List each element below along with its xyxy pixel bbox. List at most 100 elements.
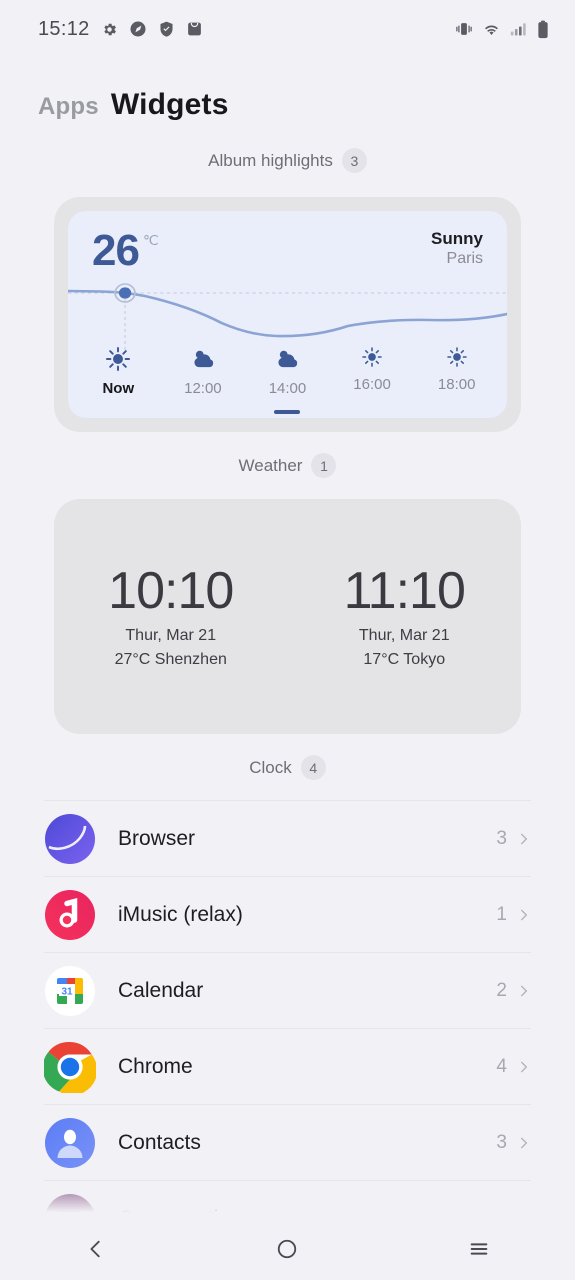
weather-widget-card[interactable]: 26 ℃ Sunny Paris Now 12:00 14:00 16:00 1… xyxy=(54,197,521,432)
wifi-icon xyxy=(485,25,498,36)
chevron-right-icon xyxy=(521,909,527,920)
temperature-value: 26 xyxy=(92,226,140,275)
forecast-selected-indicator xyxy=(444,406,470,410)
list-item-label: Contacts xyxy=(118,1130,201,1154)
forecast-hour-1800[interactable]: 18:00 xyxy=(414,346,499,414)
list-item[interactable]: Chrome 4 xyxy=(42,1028,531,1104)
section-caption-weather: Weather 1 xyxy=(0,453,575,478)
forecast-selected-indicator xyxy=(274,410,301,414)
shield-check-icon xyxy=(160,21,173,37)
weather-condition: Sunny xyxy=(431,229,483,248)
forecast-selected-indicator xyxy=(359,406,385,410)
section-label: Album highlights xyxy=(208,150,333,170)
app-list-scroll-area[interactable]: Browser 3 iMusic (relax) 1 31 Calendar 2… xyxy=(0,800,575,1218)
forecast-hour-1200[interactable]: 12:00 xyxy=(161,346,246,414)
list-item[interactable]: Conversations 1 xyxy=(44,1180,531,1218)
clock-widget-card[interactable]: 10:10 Thur, Mar 21 27°C Shenzhen 11:10 T… xyxy=(54,499,521,734)
section-label: Clock xyxy=(249,757,292,777)
clock-weather-city: 27°C Shenzhen xyxy=(114,650,227,668)
section-count-badge: 4 xyxy=(300,755,326,780)
list-item[interactable]: 31 Calendar 2 xyxy=(44,952,531,1028)
tab-apps[interactable]: Apps xyxy=(38,93,99,121)
clock-tokyo[interactable]: 11:10 Thur, Mar 21 17°C Tokyo xyxy=(288,564,522,669)
contacts-icon xyxy=(44,1117,96,1169)
list-item[interactable]: Contacts 3 xyxy=(44,1104,531,1180)
forecast-hour-now[interactable]: Now xyxy=(76,346,161,414)
temperature-trend-chart xyxy=(68,283,507,351)
gear-icon xyxy=(103,23,116,35)
weather-temperature: 26 ℃ xyxy=(92,229,159,273)
section-caption-clock: Clock 4 xyxy=(0,755,575,780)
list-item-label: iMusic (relax) xyxy=(118,902,243,926)
list-item-label: Chrome xyxy=(118,1054,193,1078)
list-item[interactable]: iMusic (relax) 1 xyxy=(44,876,531,952)
partly-cloudy-icon xyxy=(194,350,214,368)
browser-icon xyxy=(44,813,96,865)
status-bar-left: 15:12 xyxy=(38,18,203,41)
section-label: Weather xyxy=(238,455,303,475)
tab-widgets[interactable]: Widgets xyxy=(111,88,229,122)
forecast-hour-label: 12:00 xyxy=(184,380,222,397)
list-item-label: Browser xyxy=(118,826,196,850)
calendar-icon: 31 xyxy=(44,965,96,1017)
clock-weather-city: 17°C Tokyo xyxy=(363,650,446,668)
clock-date: Thur, Mar 21 xyxy=(358,626,450,644)
home-button[interactable] xyxy=(252,1226,322,1272)
weather-widget[interactable]: 26 ℃ Sunny Paris Now 12:00 14:00 16:00 1… xyxy=(68,211,507,418)
weather-condition-block: Sunny Paris xyxy=(431,229,483,273)
chevron-right-icon xyxy=(521,833,527,844)
recents-button[interactable] xyxy=(444,1226,514,1272)
home-icon xyxy=(278,1239,297,1259)
list-item-count: 1 xyxy=(496,903,507,925)
app-list: Browser 3 iMusic (relax) 1 31 Calendar 2… xyxy=(42,800,531,1218)
sun-icon xyxy=(106,346,131,372)
list-item-label: Conversations xyxy=(118,1206,253,1219)
mail-icon xyxy=(187,22,201,36)
sun-icon xyxy=(446,347,467,367)
list-item-count: 2 xyxy=(496,979,507,1001)
conversations-icon xyxy=(44,1193,96,1218)
signal-icon xyxy=(510,23,526,36)
speedometer-icon xyxy=(130,21,146,37)
back-button[interactable] xyxy=(61,1226,131,1272)
navigation-bar xyxy=(0,1218,575,1280)
forecast-hour-label: Now xyxy=(102,380,135,397)
recents-icon xyxy=(470,1243,488,1255)
forecast-selected-indicator xyxy=(105,410,131,414)
page-header: Apps Widgets xyxy=(0,58,575,122)
section-count-badge: 3 xyxy=(341,148,367,173)
chevron-right-icon xyxy=(521,985,527,996)
section-caption-album: Album highlights 3 xyxy=(0,148,575,173)
battery-icon xyxy=(538,20,548,38)
chevron-right-icon xyxy=(521,1061,527,1072)
weather-header: 26 ℃ Sunny Paris xyxy=(68,211,507,273)
imusic-icon xyxy=(44,889,96,941)
temperature-unit: ℃ xyxy=(142,232,159,248)
list-item[interactable]: Browser 3 xyxy=(44,800,531,876)
list-item-count: 3 xyxy=(496,827,507,849)
section-count-badge: 1 xyxy=(311,453,337,478)
back-icon xyxy=(90,1240,100,1258)
status-bar-clock: 15:12 xyxy=(38,17,90,40)
list-item-count: 3 xyxy=(496,1131,507,1153)
clock-shenzhen[interactable]: 10:10 Thur, Mar 21 27°C Shenzhen xyxy=(54,564,288,669)
forecast-hour-label: 14:00 xyxy=(268,380,307,397)
partly-cloudy-icon xyxy=(278,350,298,368)
sun-icon xyxy=(362,347,382,367)
forecast-hour-label: 18:00 xyxy=(437,376,476,393)
list-item-count: 4 xyxy=(496,1055,507,1077)
clock-date: Thur, Mar 21 xyxy=(125,626,217,644)
forecast-hour-label: 16:00 xyxy=(353,376,391,393)
phone-screen: 15:12 Apps Widgets Album highlights 3 26… xyxy=(0,0,575,1280)
forecast-selected-indicator xyxy=(190,410,216,414)
list-item-count: 1 xyxy=(496,1207,507,1219)
svg-text:31: 31 xyxy=(61,986,73,997)
forecast-hour-1600[interactable]: 16:00 xyxy=(330,346,415,414)
hourly-forecast: Now 12:00 14:00 16:00 18:00 xyxy=(68,346,507,418)
vibrate-icon xyxy=(456,23,472,35)
chevron-right-icon xyxy=(521,1137,527,1148)
clock-time: 10:10 xyxy=(108,562,234,621)
status-bar: 15:12 xyxy=(0,0,575,58)
chrome-icon xyxy=(42,1041,98,1095)
forecast-hour-1400[interactable]: 14:00 xyxy=(245,346,330,414)
